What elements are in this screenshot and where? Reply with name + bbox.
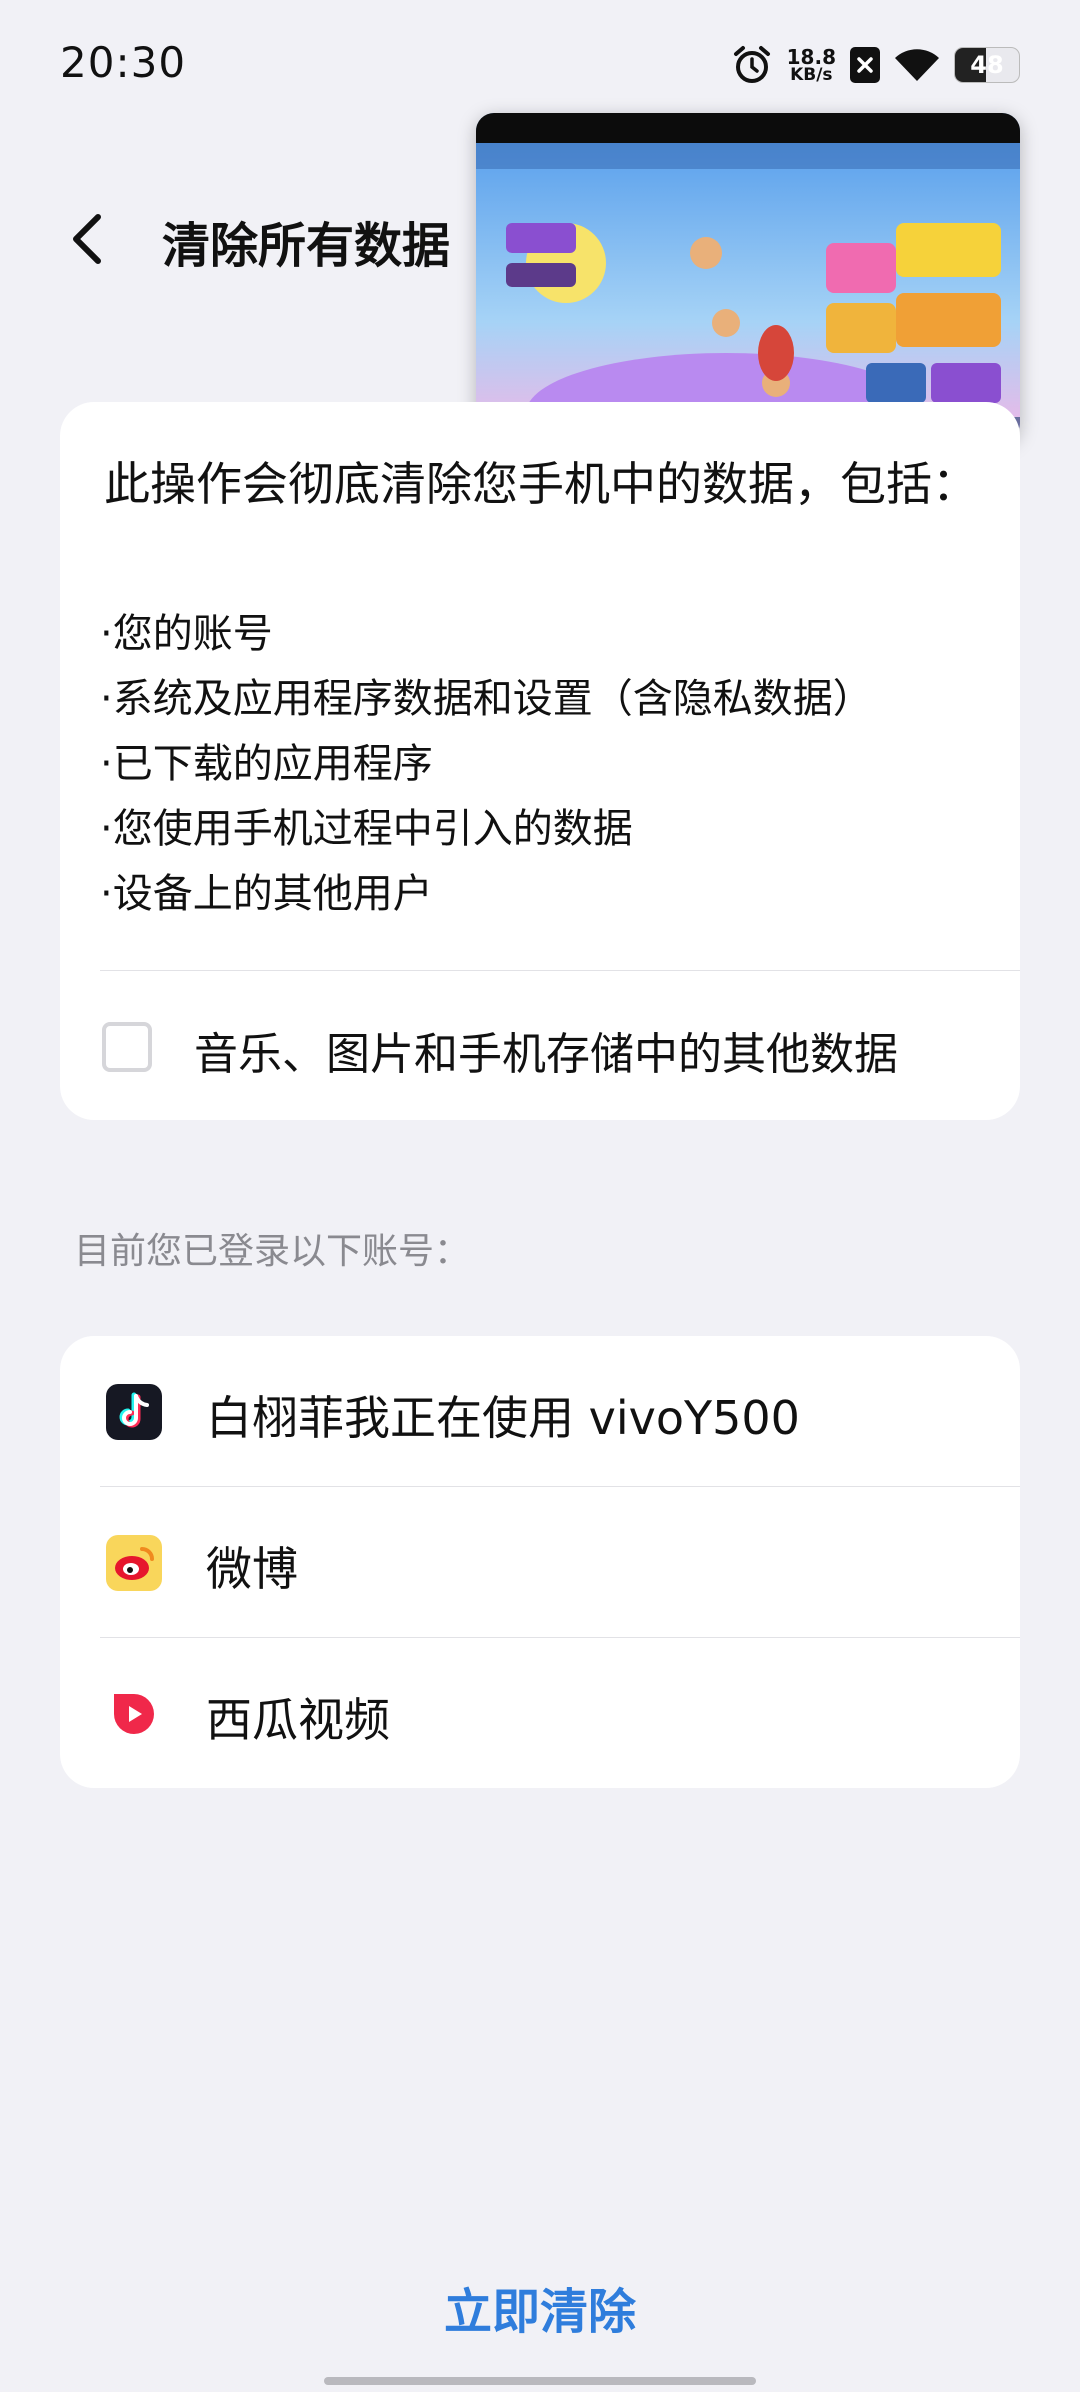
warning-item: ·已下载的应用程序 bbox=[100, 741, 433, 787]
clear-now-button[interactable]: 立即清除 bbox=[0, 2272, 1080, 2342]
game-preview-image bbox=[476, 143, 1020, 441]
status-time: 20:30 bbox=[60, 38, 187, 87]
page-title: 清除所有数据 bbox=[162, 218, 451, 274]
account-row-xigua[interactable]: 西瓜视频 bbox=[60, 1638, 1020, 1788]
warning-item: ·系统及应用程序数据和设置（含隐私数据） bbox=[100, 676, 873, 722]
chevron-left-icon bbox=[73, 214, 101, 264]
xigua-video-icon bbox=[114, 1694, 154, 1734]
warning-card: 此操作会彻底清除您手机中的数据，包括： ·您的账号 ·系统及应用程序数据和设置（… bbox=[60, 402, 1020, 1120]
wifi-icon bbox=[895, 49, 939, 81]
status-bar: 20:30 18.8 KB/s 48 bbox=[0, 0, 1080, 130]
warning-item: ·设备上的其他用户 bbox=[100, 871, 433, 917]
account-label: 白栩菲我正在使用 vivoY500 bbox=[206, 1391, 800, 1445]
warning-list: ·您的账号 ·系统及应用程序数据和设置（含隐私数据） ·已下载的应用程序 ·您使… bbox=[100, 602, 873, 927]
battery-icon: 48 bbox=[954, 47, 1020, 83]
network-speed-value: 18.8 bbox=[786, 44, 836, 69]
status-icons: 18.8 KB/s 48 bbox=[731, 40, 1020, 90]
warning-item: ·您的账号 bbox=[100, 611, 273, 657]
back-button[interactable] bbox=[58, 204, 118, 274]
tiktok-icon bbox=[106, 1384, 162, 1440]
screen: 20:30 18.8 KB/s 48 清除所有数据 此操作会彻底清除您手机中的数… bbox=[0, 0, 1080, 2392]
no-sim-icon bbox=[850, 47, 880, 83]
weibo-icon bbox=[106, 1535, 162, 1591]
include-storage-data-row[interactable]: 音乐、图片和手机存储中的其他数据 bbox=[60, 972, 1020, 1120]
account-row-weibo[interactable]: 微博 bbox=[60, 1487, 1020, 1637]
divider bbox=[100, 970, 1020, 971]
home-indicator[interactable] bbox=[324, 2377, 756, 2385]
account-label: 微博 bbox=[206, 1542, 298, 1596]
battery-level: 48 bbox=[970, 51, 1004, 79]
floating-window-preview[interactable] bbox=[476, 113, 1020, 441]
include-storage-data-checkbox[interactable] bbox=[102, 1022, 152, 1072]
warning-item: ·您使用手机过程中引入的数据 bbox=[100, 806, 633, 852]
account-row-tiktok[interactable]: 白栩菲我正在使用 vivoY500 bbox=[60, 1336, 1020, 1486]
network-speed-unit: KB/s bbox=[790, 64, 833, 85]
floating-window-bar bbox=[476, 113, 1020, 143]
accounts-card: 白栩菲我正在使用 vivoY500 微博 西瓜视频 bbox=[60, 1336, 1020, 1788]
network-speed: 18.8 KB/s bbox=[787, 47, 836, 84]
account-label: 西瓜视频 bbox=[206, 1693, 390, 1747]
include-storage-data-label: 音乐、图片和手机存储中的其他数据 bbox=[194, 1029, 898, 1080]
warning-title: 此操作会彻底清除您手机中的数据，包括： bbox=[104, 457, 978, 511]
accounts-section-label: 目前您已登录以下账号： bbox=[74, 1231, 471, 1272]
alarm-icon bbox=[733, 46, 770, 83]
